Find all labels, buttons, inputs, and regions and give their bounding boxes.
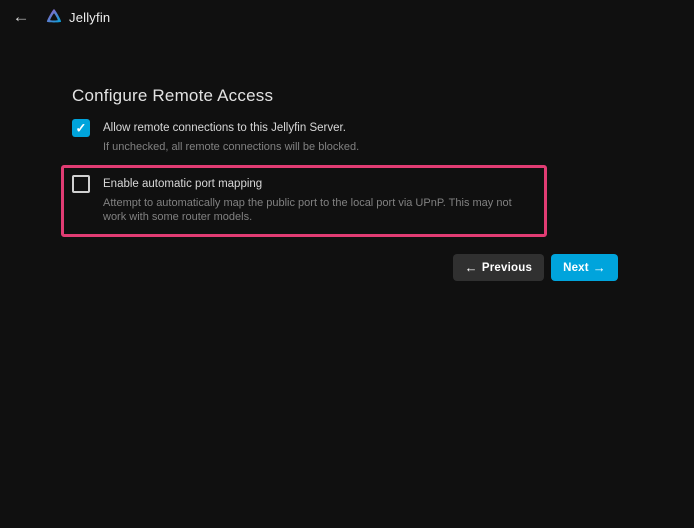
back-arrow-icon: ← bbox=[13, 7, 30, 26]
arrow-right-icon: → bbox=[593, 261, 606, 274]
option-port-mapping: Enable automatic port mapping Attempt to… bbox=[72, 175, 536, 224]
app-title: Jellyfin bbox=[69, 10, 110, 25]
brand: Jellyfin bbox=[44, 7, 110, 27]
allow-remote-connections-checkbox[interactable]: ✓ bbox=[72, 119, 90, 137]
port-mapping-description: Attempt to automatically map the public … bbox=[103, 196, 536, 224]
highlight-annotation-box: Enable automatic port mapping Attempt to… bbox=[61, 165, 547, 237]
allow-remote-connections-label[interactable]: Allow remote connections to this Jellyfi… bbox=[103, 119, 359, 137]
check-icon: ✓ bbox=[76, 121, 87, 134]
wizard-button-row: ← Previous Next → bbox=[72, 254, 622, 281]
port-mapping-label[interactable]: Enable automatic port mapping bbox=[103, 175, 536, 193]
next-button-label: Next bbox=[563, 262, 589, 274]
option-text: Enable automatic port mapping Attempt to… bbox=[103, 175, 536, 224]
option-allow-remote-connections: ✓ Allow remote connections to this Jelly… bbox=[72, 119, 622, 154]
wizard-content: Configure Remote Access ✓ Allow remote c… bbox=[72, 86, 622, 281]
next-button[interactable]: Next → bbox=[551, 254, 618, 281]
previous-button[interactable]: ← Previous bbox=[453, 254, 544, 281]
arrow-left-icon: ← bbox=[465, 261, 478, 274]
back-button[interactable]: ← bbox=[8, 4, 34, 30]
port-mapping-checkbox[interactable] bbox=[72, 175, 90, 193]
option-text: Allow remote connections to this Jellyfi… bbox=[103, 119, 359, 154]
previous-button-label: Previous bbox=[482, 262, 532, 274]
jellyfin-logo-icon bbox=[44, 7, 64, 27]
page-title: Configure Remote Access bbox=[72, 86, 622, 106]
top-bar: ← Jellyfin bbox=[0, 0, 694, 34]
allow-remote-connections-description: If unchecked, all remote connections wil… bbox=[103, 140, 359, 154]
